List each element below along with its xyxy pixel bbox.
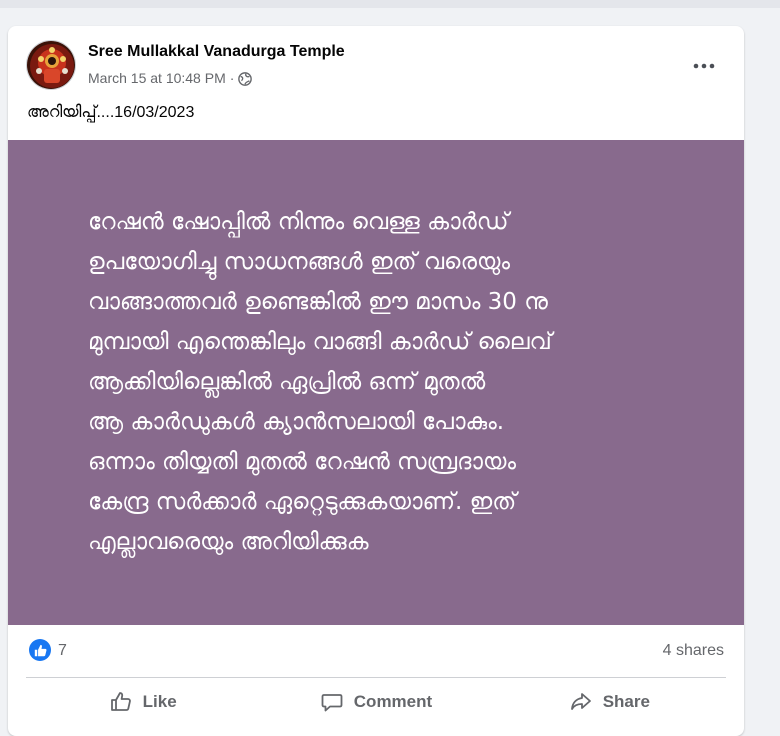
comment-button[interactable]: Comment <box>259 678 492 726</box>
post-text: അറിയിപ്പ്....16/03/2023 <box>27 104 195 121</box>
share-icon <box>570 693 591 710</box>
reaction-count[interactable]: 7 <box>58 642 67 660</box>
banner-line: ഉപയോഗിച്ചു സാധനങ്ങൾ ഇത് വരെയും <box>88 249 511 275</box>
more-options-button[interactable] <box>686 48 722 84</box>
action-bar: Like Comment Share <box>26 678 726 726</box>
post-card: Sree Mullakkal Vanadurga Temple March 15… <box>8 26 744 736</box>
share-button[interactable]: Share <box>493 678 726 726</box>
post-timestamp[interactable]: March 15 at 10:48 PM <box>88 70 226 86</box>
text-banner[interactable]: റേഷൻ ഷോപ്പിൽ നിന്നും വെള്ള കാർഡ് ഉപയോഗിച… <box>8 140 744 625</box>
more-dots-icon <box>693 63 715 69</box>
page-name-link[interactable]: Sree Mullakkal Vanadurga Temple <box>88 43 345 61</box>
banner-line: ആ കാർഡുകൾ ക്യാൻസലായി പോകും. <box>88 409 505 435</box>
meta-separator: · <box>229 70 235 86</box>
post-meta: March 15 at 10:48 PM · <box>88 70 253 86</box>
temple-deity-image <box>27 41 75 89</box>
banner-line: കേന്ദ്ര സർക്കാർ ഏറ്റെടുക്കുകയാണ്. ഇത് <box>88 489 517 515</box>
comment-label: Comment <box>353 692 433 711</box>
banner-line: ഒന്നാം തിയ്യതി മുതൽ റേഷൻ സമ്പ്രദായം <box>88 449 517 475</box>
like-button[interactable]: Like <box>26 678 259 726</box>
like-label: Like <box>142 692 177 711</box>
like-reaction-icon[interactable] <box>29 639 51 661</box>
post-header: Sree Mullakkal Vanadurga Temple March 15… <box>8 26 744 96</box>
share-label: Share <box>602 692 650 711</box>
page-avatar[interactable] <box>26 40 76 90</box>
thumbs-up-icon <box>110 692 131 711</box>
post-stats: 7 4 shares <box>8 625 744 677</box>
top-bar <box>0 0 780 8</box>
globe-icon <box>238 71 253 86</box>
banner-line: വാങ്ങാത്തവർ ഉണ്ടെങ്കിൽ ഈ മാസം 30 നു <box>88 289 548 315</box>
banner-line: മുമ്പായി എന്തെങ്കിലും വാങ്ങി കാർഡ് ലൈവ് <box>88 329 552 355</box>
banner-line: എല്ലാവരെയും അറിയിക്കുക <box>88 529 369 555</box>
banner-text: റേഷൻ ഷോപ്പിൽ നിന്നും വെള്ള കാർഡ് ഉപയോഗിച… <box>88 202 688 562</box>
shares-count[interactable]: 4 shares <box>663 642 724 660</box>
banner-line: റേഷൻ ഷോപ്പിൽ നിന്നും വെള്ള കാർഡ് <box>88 209 509 235</box>
banner-line: ആക്കിയില്ലെങ്കിൽ ഏപ്രിൽ ഒന്ന് മുതൽ <box>88 369 486 395</box>
comment-icon <box>321 694 343 712</box>
